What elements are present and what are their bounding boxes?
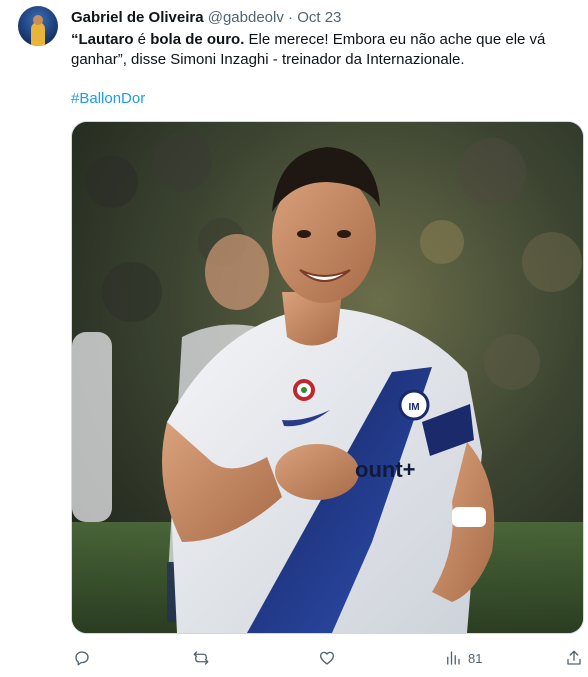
svg-text:IM: IM	[408, 402, 419, 413]
retweet-button[interactable]	[192, 646, 210, 670]
share-icon	[567, 650, 581, 665]
text-bold-2: bola de ouro.	[150, 31, 245, 48]
author-name[interactable]: Gabriel de Oliveira	[71, 9, 204, 26]
jersey-sponsor: ount+	[355, 457, 416, 482]
share-button[interactable]	[565, 646, 583, 670]
text-bold-1: “Lautaro	[71, 31, 134, 48]
hashtag-link[interactable]: #BallonDor	[71, 89, 145, 109]
views-button[interactable]: 81	[444, 646, 482, 670]
tweet-photo[interactable]: IM ount+	[71, 121, 584, 634]
photo-illustration: IM ount+	[72, 122, 583, 633]
tweet[interactable]: Gabriel de Oliveira @gabdeolv · Oct 23 “…	[0, 0, 588, 677]
wristband	[452, 507, 486, 527]
tweet-actions: 81	[71, 646, 584, 670]
avatar[interactable]	[18, 6, 58, 46]
retweet-icon	[193, 651, 209, 665]
player-fist	[275, 444, 359, 500]
avatar-head	[33, 15, 43, 25]
tweet-header: Gabriel de Oliveira @gabdeolv · Oct 23	[71, 8, 341, 28]
author-handle[interactable]: @gabdeolv	[208, 9, 284, 26]
like-button[interactable]	[318, 646, 336, 670]
tweet-text: “Lautaro é bola de ouro. Ele merece! Emb…	[71, 30, 576, 70]
reply-button[interactable]	[73, 646, 91, 670]
tweet-date[interactable]: Oct 23	[297, 9, 341, 26]
separator-dot: ·	[288, 9, 294, 26]
text-part-1: é	[133, 31, 151, 48]
reply-icon	[75, 651, 89, 666]
like-icon	[319, 651, 335, 665]
avatar-figure	[31, 22, 45, 46]
views-icon	[447, 651, 460, 665]
views-count: 81	[468, 650, 483, 666]
